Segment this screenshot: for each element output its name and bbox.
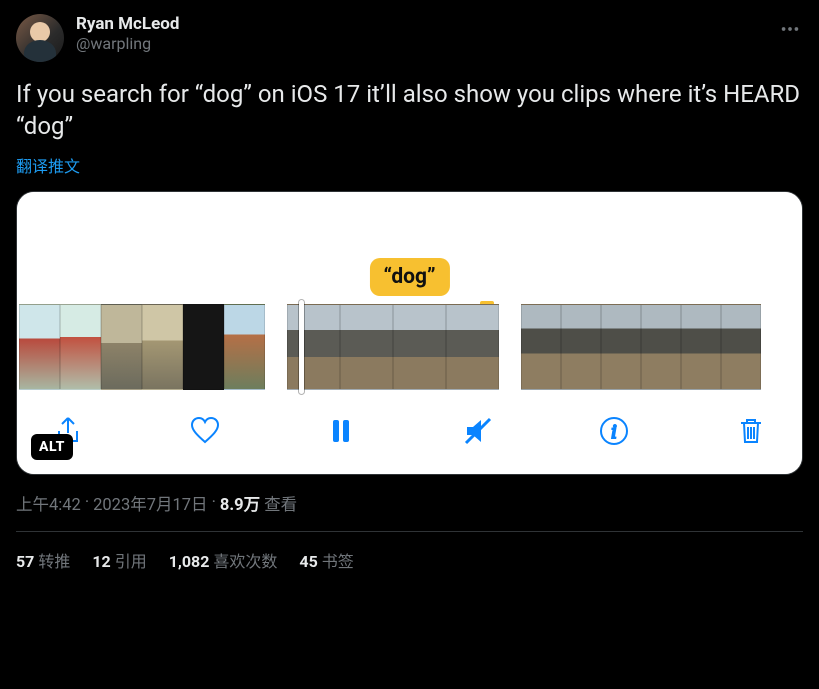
tweet-text: If you search for “dog” on iOS 17 it’ll … [16,78,803,143]
translate-link[interactable]: 翻译推文 [16,153,80,177]
thumbnail[interactable] [224,304,265,390]
thumbnail[interactable] [641,304,681,390]
stat-quotes[interactable]: 12引用 [92,548,146,572]
info-icon[interactable]: i [597,414,631,448]
thumbnail[interactable] [721,304,761,390]
media-inner: “dog” [17,192,802,474]
tweet-container: Ryan McLeod @warpling If you search for … [0,0,819,584]
trash-icon[interactable] [734,414,768,448]
stat-likes[interactable]: 1,082喜欢次数 [169,548,278,572]
thumbnail[interactable] [101,304,142,390]
meta-sep: · [85,493,89,512]
thumbnail[interactable] [681,304,721,390]
media-toolbar: i [17,392,802,474]
tweet-stats: 57转推 12引用 1,082喜欢次数 45书签 [16,548,803,584]
heart-icon[interactable] [188,414,222,448]
thumbnail[interactable] [521,304,561,390]
media-card[interactable]: “dog” [16,191,803,475]
thumbnail[interactable] [183,304,224,390]
display-name[interactable]: Ryan McLeod [76,14,179,34]
thumbnail[interactable] [287,304,340,390]
meta-time[interactable]: 上午4:42 [16,491,81,515]
thumbnail[interactable] [340,304,393,390]
thumbnail[interactable] [561,304,601,390]
tweet-header: Ryan McLeod @warpling [16,14,803,62]
clip-strip-1[interactable] [19,304,265,390]
avatar[interactable] [16,14,64,62]
mute-icon[interactable] [461,414,495,448]
clip-strip-2[interactable] [287,304,499,390]
thumbnail[interactable] [19,304,60,390]
meta-views-num[interactable]: 8.9万 [220,491,260,515]
pause-icon[interactable] [324,414,358,448]
meta-date[interactable]: 2023年7月17日 [93,491,207,515]
stat-retweets[interactable]: 57转推 [16,548,70,572]
stat-bookmarks[interactable]: 45书签 [299,548,353,572]
user-handle[interactable]: @warpling [76,34,179,53]
thumbnail[interactable] [446,304,499,390]
thumbnail[interactable] [60,304,101,390]
meta-sep: · [212,493,216,512]
svg-text:i: i [611,421,617,443]
user-block[interactable]: Ryan McLeod @warpling [16,14,179,62]
divider [16,531,803,532]
tweet-meta: 上午4:42 · 2023年7月17日 · 8.9万 查看 [16,491,803,515]
more-icon[interactable] [777,14,803,48]
alt-badge[interactable]: ALT [31,434,73,460]
thumbnail[interactable] [601,304,641,390]
thumbnail[interactable] [142,304,183,390]
names: Ryan McLeod @warpling [76,14,179,62]
caption-badge: “dog” [369,258,449,296]
filmstrip[interactable] [17,290,802,392]
media-top-space: “dog” [17,192,802,290]
clip-strip-3[interactable] [521,304,761,390]
playhead[interactable] [299,300,304,394]
thumbnail[interactable] [393,304,446,390]
meta-views-label: 查看 [264,491,297,515]
